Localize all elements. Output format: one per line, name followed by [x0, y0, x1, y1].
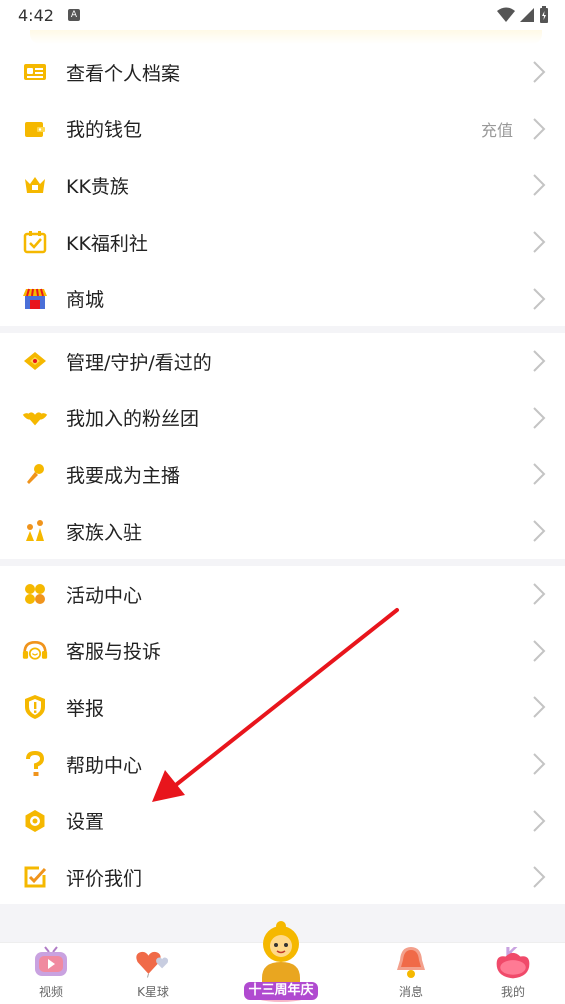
menu-item-label: 客服与投诉	[66, 641, 162, 664]
tab-label: 视频	[38, 985, 63, 999]
chevron-right-icon	[533, 463, 546, 486]
menu-item-label: 举报	[66, 697, 105, 720]
menu-item-wallet[interactable]: 我的钱包 充值	[0, 101, 565, 158]
menu-item-label: 我的钱包	[66, 119, 143, 142]
diamond-icon	[22, 348, 48, 374]
anniversary-badge-text: 十三周年庆	[244, 982, 318, 1000]
chevron-right-icon	[533, 287, 546, 310]
menu-item-family[interactable]: 家族入驻	[0, 503, 565, 560]
wifi-icon	[497, 7, 515, 22]
menu-item-label: 设置	[66, 811, 105, 834]
chevron-right-icon	[533, 809, 546, 832]
menu-item-label: 商城	[66, 289, 105, 312]
menu-item-fan-club[interactable]: 我加入的粉丝团	[0, 390, 565, 447]
menu-item-help[interactable]: 帮助中心	[0, 736, 565, 793]
menu-group-support: 活动中心 客服与投诉 举报 帮助中心 设置 评价我们	[0, 566, 565, 906]
menu-item-settings[interactable]: 设置	[0, 792, 565, 849]
chevron-right-icon	[533, 696, 546, 719]
chevron-right-icon	[533, 174, 546, 197]
tab-label: K星球	[137, 985, 169, 999]
menu-item-profile[interactable]: 查看个人档案	[0, 44, 565, 101]
menu-item-report[interactable]: 举报	[0, 679, 565, 736]
crown-icon	[22, 172, 48, 198]
menu-item-label: 管理/守护/看过的	[66, 351, 212, 374]
tab-label: 我的	[500, 985, 525, 999]
calendar-check-icon	[22, 229, 48, 255]
chevron-right-icon	[533, 520, 546, 542]
tab-anniversary[interactable]: 十三周年庆	[240, 918, 322, 1004]
chevron-right-icon	[533, 231, 546, 253]
menu-item-manage[interactable]: 管理/守护/看过的	[0, 333, 565, 390]
store-icon	[22, 286, 48, 312]
chevron-right-icon	[533, 61, 546, 84]
menu-item-label: 帮助中心	[66, 754, 143, 777]
status-time: 4:42	[18, 6, 54, 25]
status-bar: 4:42 A	[0, 0, 565, 32]
microphone-icon	[22, 461, 48, 487]
section-divider	[0, 326, 565, 333]
header-glow	[30, 30, 542, 44]
recharge-link[interactable]: 充值	[481, 117, 513, 141]
menu-item-label: 评价我们	[66, 867, 143, 890]
k-avatar-icon: K	[493, 943, 533, 981]
family-icon	[22, 518, 48, 544]
menu-item-welfare[interactable]: KK福利社	[0, 214, 565, 271]
section-divider	[0, 559, 565, 566]
menu-group-account: 查看个人档案 我的钱包 充值 KK贵族 KK福利社 商城	[0, 44, 565, 327]
menu-item-label: 查看个人档案	[66, 62, 181, 85]
chevron-right-icon	[533, 407, 546, 429]
chevron-right-icon	[533, 350, 546, 373]
menu-item-nobility[interactable]: KK贵族	[0, 157, 565, 214]
status-icons	[497, 6, 549, 24]
tab-label: 消息	[398, 985, 423, 999]
wallet-icon	[22, 116, 48, 142]
menu-item-rate[interactable]: 评价我们	[0, 849, 565, 906]
chevron-right-icon	[533, 640, 546, 662]
menu-item-label: 家族入驻	[66, 521, 143, 544]
tab-mine[interactable]: K 我的	[473, 943, 553, 1004]
menu-item-become-host[interactable]: 我要成为主播	[0, 446, 565, 503]
tab-video[interactable]: 视频	[11, 943, 91, 1004]
gear-icon	[22, 808, 48, 834]
edit-check-icon	[22, 864, 48, 890]
clover-icon	[22, 581, 48, 607]
menu-group-community: 管理/守护/看过的 我加入的粉丝团 我要成为主播 家族入驻	[0, 333, 565, 560]
menu-item-label: KK贵族	[66, 175, 129, 198]
menu-item-service[interactable]: 客服与投诉	[0, 623, 565, 680]
headset-icon	[22, 638, 48, 664]
chevron-right-icon	[533, 583, 546, 606]
menu-item-label: KK福利社	[66, 232, 148, 255]
question-icon	[22, 751, 48, 777]
chevron-right-icon	[533, 866, 546, 888]
shield-alert-icon	[22, 694, 48, 720]
id-card-icon	[22, 59, 48, 85]
battery-icon	[540, 6, 548, 23]
menu-item-label: 我要成为主播	[66, 464, 181, 487]
heart-balloon-icon	[133, 943, 173, 981]
bell-icon	[391, 943, 431, 981]
tab-planet[interactable]: K星球	[113, 943, 193, 1004]
chevron-right-icon	[533, 753, 546, 775]
menu-item-activity[interactable]: 活动中心	[0, 566, 565, 623]
heart-wings-icon	[22, 405, 48, 431]
menu-item-shop[interactable]: 商城	[0, 270, 565, 327]
chevron-right-icon	[533, 118, 546, 140]
tv-icon	[31, 943, 71, 981]
menu-item-label: 我加入的粉丝团	[66, 408, 200, 431]
menu-item-label: 活动中心	[66, 584, 143, 607]
tab-messages[interactable]: 消息	[371, 943, 451, 1004]
notification-badge-icon: A	[68, 9, 80, 21]
signal-icon	[520, 8, 534, 22]
